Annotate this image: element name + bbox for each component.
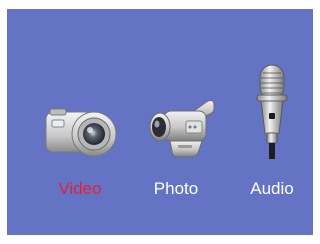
menu-label-video: Video	[58, 179, 102, 198]
camcorder-icon	[149, 100, 215, 158]
menu-item-audio[interactable]: Audio	[235, 9, 315, 235]
menu-item-video[interactable]: Video	[40, 9, 120, 235]
media-menu-screen: Video Photo Audio	[7, 9, 313, 235]
menu-item-photo[interactable]: Photo	[148, 9, 228, 235]
menu-label-photo: Photo	[153, 179, 199, 198]
microphone-icon	[256, 64, 288, 159]
menu-label-audio: Audio	[250, 179, 294, 198]
digital-camera-icon	[45, 108, 117, 157]
